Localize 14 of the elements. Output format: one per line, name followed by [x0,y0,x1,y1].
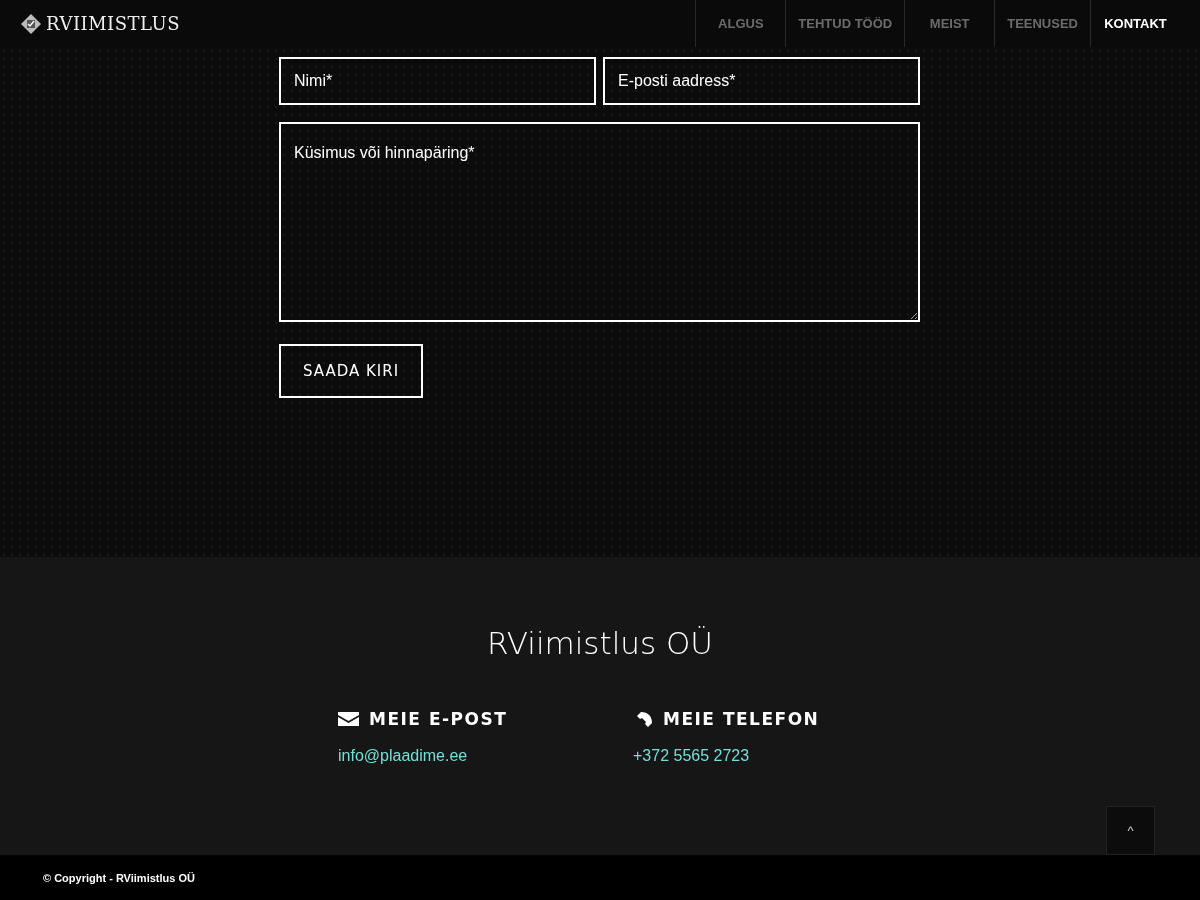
contact-link[interactable]: +372 5565 2723 [633,747,750,765]
envelope-icon [338,712,359,726]
copyright-text: © Copyright - RViimistlus OÜ [43,871,195,884]
logo-text[interactable]: RVIIMISTLUS [46,13,180,34]
company-name: RViimistlus OÜ [485,625,715,661]
message-field[interactable]: Küsimus või hinnapäring* [279,122,920,322]
contact-heading: MEIE E-POST [369,709,508,729]
scroll-top-button[interactable]: ^ [1106,806,1155,855]
logo-icon [20,12,42,35]
name-field[interactable]: Nimi* [279,57,596,105]
send-button[interactable]: SAADA KIRI [279,344,423,398]
contact-link[interactable]: info@plaadime.ee [338,747,468,765]
email-field[interactable]: E-posti aadress* [603,57,920,105]
contact-heading: MEIE TELEFON [663,709,820,729]
